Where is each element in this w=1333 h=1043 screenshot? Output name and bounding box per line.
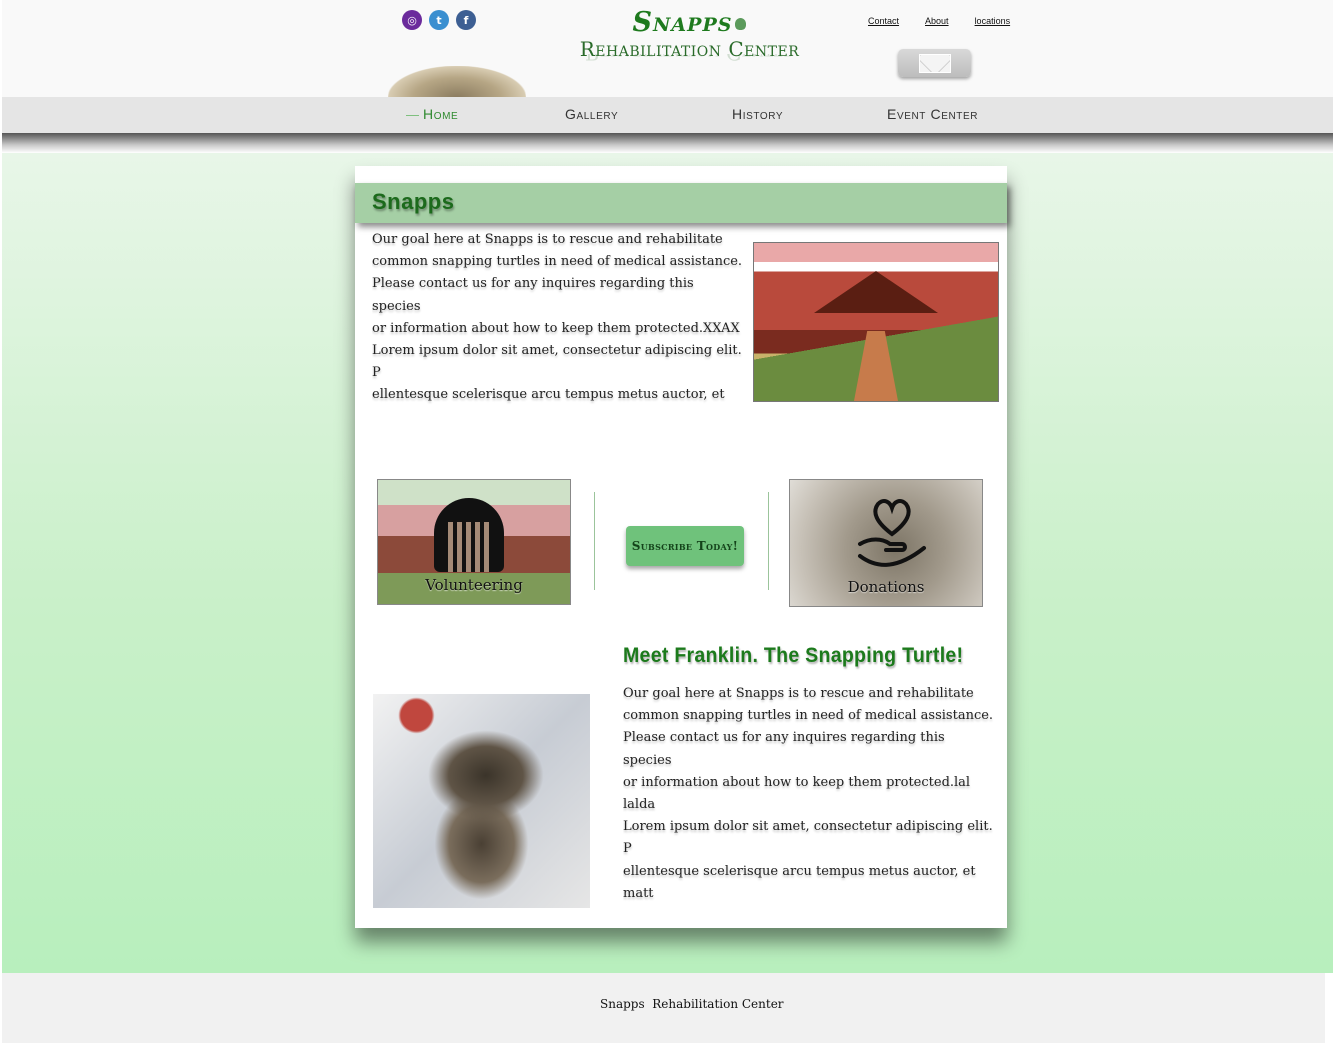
about-link[interactable]: About [925,16,949,26]
heart-hand-icon [858,499,926,567]
facebook-icon[interactable]: f [456,10,476,30]
turtle-shell-image [388,66,526,98]
footer-text: Snapps Rehabilitation Center [600,997,784,1011]
donations-card[interactable]: Donations [789,479,983,607]
divider-left [594,492,595,590]
site-footer: Snapps Rehabilitation Center [2,973,1325,1043]
franklin-heading: Meet Franklin. The Snapping Turtle! [623,644,964,667]
nav-gallery[interactable]: Gallery [565,106,618,122]
hands-tree-icon [434,498,504,572]
page-title: Snapps [372,189,455,214]
locations-link[interactable]: locations [975,16,1011,26]
nav-shadow [2,133,1333,153]
envelope-icon [918,53,951,73]
contact-link[interactable]: Contact [868,16,899,26]
subscribe-button[interactable]: Subscribe Today! [626,526,744,566]
instagram-icon[interactable]: ◎ [402,10,422,30]
logo-title: Snapps [632,7,733,38]
intro-text: Our goal here at Snapps is to rescue and… [372,232,743,403]
site-logo[interactable]: Snapps Rehabilitation Center Rehabilitat… [572,7,807,65]
franklin-text: Our goal here at Snapps is to rescue and… [623,686,994,901]
site-header: ◎ t f Snapps Rehabilitation Center Rehab… [2,0,1333,98]
mail-button[interactable] [898,49,971,77]
building-photo [753,242,999,402]
volunteering-card[interactable]: Volunteering [377,479,571,605]
content-panel: Snapps Our goal here at Snapps is to res… [355,166,1007,928]
volunteering-label: Volunteering [425,576,523,594]
donations-label: Donations [847,578,925,596]
nav-home[interactable]: Home [406,106,458,122]
twitter-icon[interactable]: t [429,10,449,30]
social-links: ◎ t f [402,10,476,30]
nav-event-center[interactable]: Event Center [887,106,978,122]
leaf-icon [735,17,747,30]
main-nav: Home Gallery History Event Center [2,97,1333,133]
logo-reflection: Rehabilitation Center [572,54,807,64]
active-indicator [406,114,419,116]
top-links: Contact About locations [868,16,1010,26]
title-bar: Snapps [355,183,1007,223]
divider-right [768,492,769,590]
franklin-turtle-photo [373,694,590,908]
nav-history[interactable]: History [732,106,783,122]
